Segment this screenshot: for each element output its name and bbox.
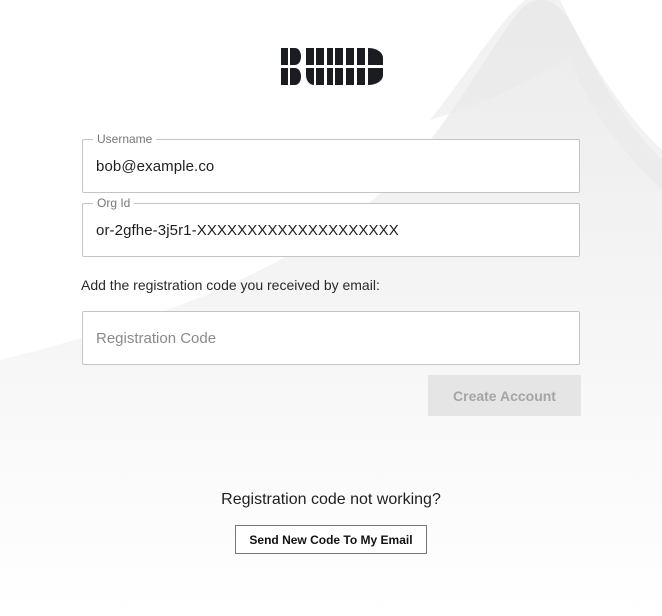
- registration-instruction: Add the registration code you received b…: [81, 277, 380, 293]
- send-new-code-button[interactable]: Send New Code To My Email: [235, 525, 427, 554]
- code-not-working-text: Registration code not working?: [221, 491, 441, 508]
- org-id-label: Org Id: [93, 196, 135, 210]
- username-label: Username: [93, 132, 157, 146]
- org-id-field[interactable]: Org Id or-2gfhe-3j5r1-XXXXXXXXXXXXXXXXXX…: [82, 196, 580, 257]
- create-account-button[interactable]: Create Account: [428, 375, 581, 416]
- registration-code-placeholder: Registration Code: [96, 330, 217, 347]
- background-mountain-shape: [0, 0, 662, 616]
- registration-code-input[interactable]: Registration Code: [82, 311, 580, 365]
- username-value: bob@example.co: [96, 158, 215, 175]
- dms-logo: [281, 48, 383, 85]
- org-id-value: or-2gfhe-3j5r1-XXXXXXXXXXXXXXXXXXXX: [96, 222, 399, 239]
- username-field[interactable]: Username bob@example.co: [82, 132, 580, 193]
- signup-page: Username bob@example.co Org Id or-2gfhe-…: [0, 0, 662, 616]
